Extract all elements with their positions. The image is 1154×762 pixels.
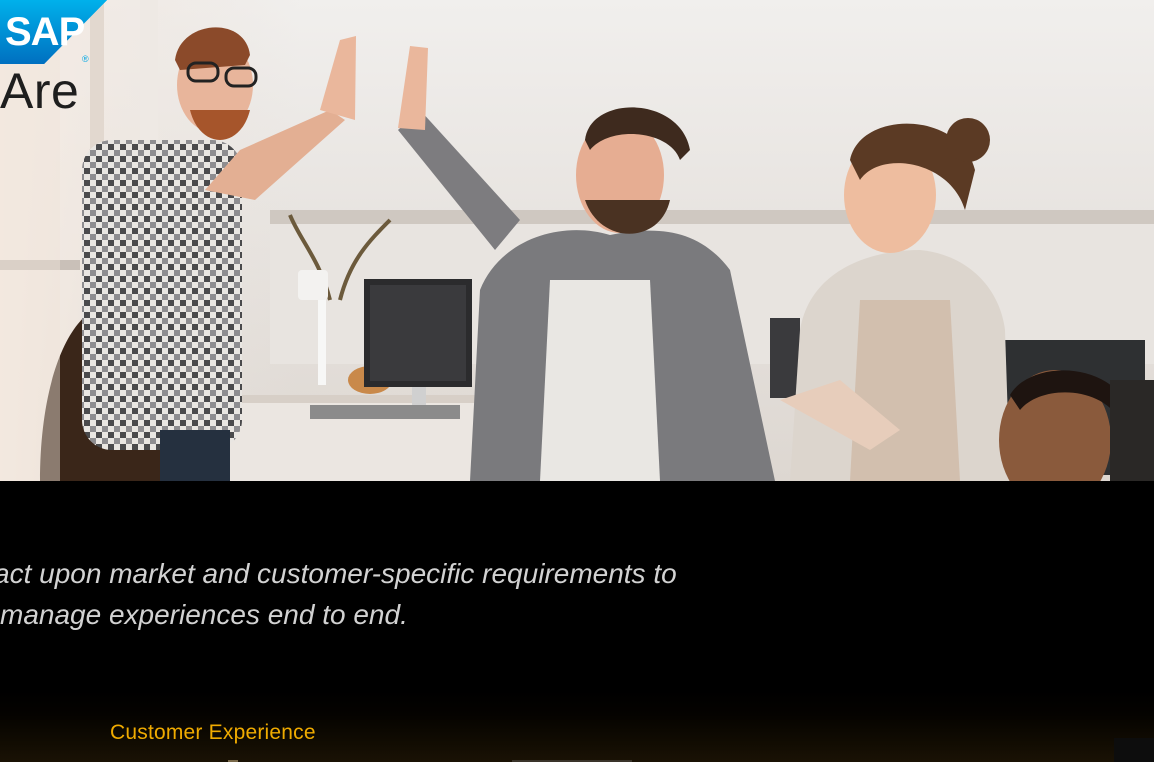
section-label-customer-experience[interactable]: Customer Experience [110, 721, 316, 745]
tagline: act upon market and customer-specific re… [0, 553, 1100, 635]
tagline-line-1: act upon market and customer-specific re… [0, 558, 677, 589]
section-edge-panel [1114, 738, 1154, 762]
hero-title: Are [0, 63, 80, 119]
tagline-line-2: manage experiences end to end. [0, 599, 408, 630]
hero-banner: Are SAP ® [0, 0, 1154, 481]
sap-logo: SAP ® [0, 0, 107, 64]
svg-text:SAP: SAP [5, 10, 85, 54]
svg-text:®: ® [82, 54, 89, 64]
hero-photo [0, 0, 1154, 481]
